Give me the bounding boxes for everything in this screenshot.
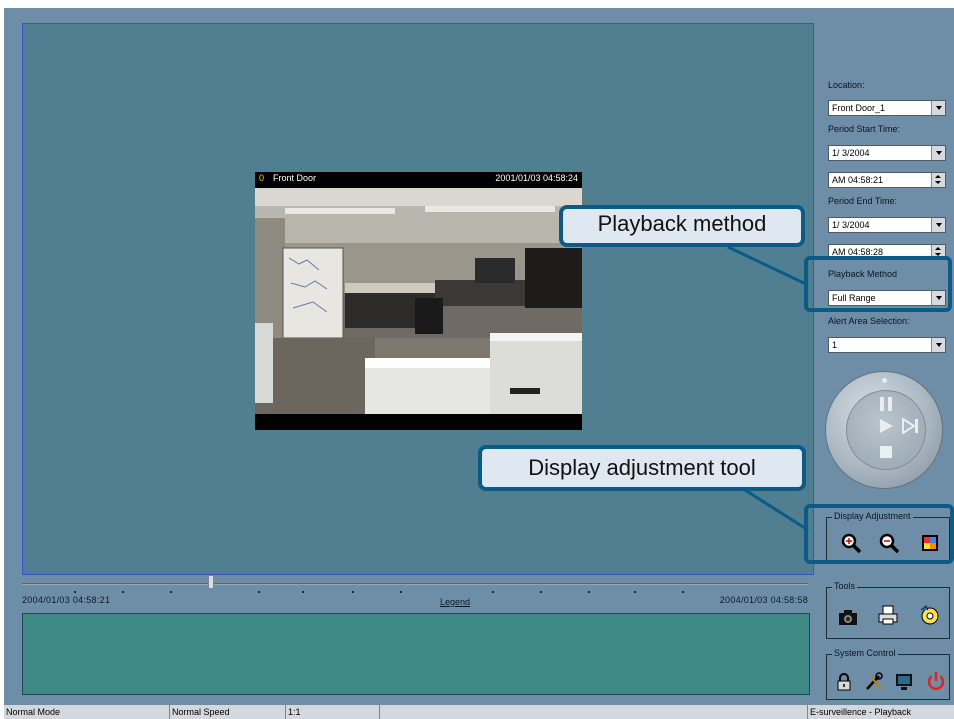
play-icon[interactable]	[878, 418, 894, 434]
camera-snapshot-icon[interactable]	[837, 606, 859, 628]
alert-area-value: 1	[832, 340, 838, 350]
camera-video-image	[255, 188, 582, 414]
timeline-tick	[352, 591, 354, 593]
system-control-title: System Control	[832, 648, 898, 658]
timeline-slider-thumb[interactable]	[208, 575, 214, 589]
disc-export-icon[interactable]	[919, 604, 941, 626]
timeline-start-time: 2004/01/03 04:58:21	[22, 595, 111, 605]
playback-control-dial	[825, 371, 943, 489]
stop-icon[interactable]	[878, 444, 894, 460]
period-end-date[interactable]: 1/ 3/2004	[828, 217, 946, 233]
lock-icon[interactable]	[833, 671, 855, 693]
timeline-tick	[634, 591, 636, 593]
timeline-tick	[74, 591, 76, 593]
status-app-name: E-surveillence - Playback	[810, 707, 912, 717]
timeline-end-time: 2004/01/03 04:58:58	[719, 595, 808, 605]
chevron-down-icon[interactable]	[931, 218, 945, 232]
timeline-tick	[170, 591, 172, 593]
power-icon[interactable]	[925, 670, 947, 692]
playback-window: 0 Front Door 2001/01/03 04:58:24 2004/01…	[4, 8, 954, 719]
spinner-icon[interactable]	[931, 173, 945, 187]
period-start-label: Period Start Time:	[828, 124, 901, 134]
display-adjustment-callout: Display adjustment tool	[478, 445, 806, 491]
tools-title: Tools	[832, 581, 858, 591]
monitor-icon[interactable]	[893, 671, 915, 693]
chevron-down-icon[interactable]	[931, 101, 945, 115]
system-control-group: System Control	[826, 648, 950, 700]
location-select[interactable]: Front Door_1	[828, 100, 946, 116]
display-adjustment-highlight	[804, 504, 954, 564]
status-message	[380, 705, 808, 719]
timeline-tick	[588, 591, 590, 593]
timeline-tick	[492, 591, 494, 593]
playback-method-callout: Playback method	[559, 205, 805, 247]
location-label: Location:	[828, 80, 865, 90]
timeline-tick	[302, 591, 304, 593]
control-panel: Location: Front Door_1 Period Start Time…	[822, 8, 954, 705]
timeline-tick	[400, 591, 402, 593]
camera-frame[interactable]: 0 Front Door 2001/01/03 04:58:24	[255, 172, 582, 430]
chevron-down-icon[interactable]	[931, 146, 945, 160]
camera-header: 0 Front Door 2001/01/03 04:58:24	[255, 172, 582, 186]
step-forward-icon[interactable]	[902, 418, 920, 434]
period-start-time[interactable]: AM 04:58:21	[828, 172, 946, 188]
period-start-time-value: AM 04:58:21	[832, 175, 884, 185]
camera-name: Front Door	[273, 173, 317, 183]
alert-area-select[interactable]: 1	[828, 337, 946, 353]
timeline-legend-link[interactable]: Legend	[440, 597, 470, 607]
timeline-tick	[540, 591, 542, 593]
timeline-tick	[122, 591, 124, 593]
timeline-track[interactable]	[22, 583, 808, 585]
period-end-date-value: 1/ 3/2004	[832, 220, 870, 230]
video-viewport[interactable]: 0 Front Door 2001/01/03 04:58:24	[22, 23, 814, 575]
dial-indicator	[882, 378, 887, 383]
timeline-tick	[258, 591, 260, 593]
chevron-down-icon[interactable]	[931, 338, 945, 352]
location-value: Front Door_1	[832, 103, 886, 113]
print-icon[interactable]	[877, 604, 899, 626]
status-mode: Normal Mode	[4, 705, 170, 719]
playback-method-highlight	[804, 256, 952, 312]
pause-icon[interactable]	[878, 396, 894, 412]
camera-index: 0	[259, 173, 265, 183]
status-ratio: 1:1	[286, 705, 380, 719]
status-bar: Normal Mode Normal Speed 1:1 E-surveille…	[4, 705, 954, 719]
event-list-panel[interactable]	[22, 613, 810, 695]
timeline-tick	[682, 591, 684, 593]
period-start-date-value: 1/ 3/2004	[832, 148, 870, 158]
camera-timestamp: 2001/01/03 04:58:24	[495, 173, 578, 183]
period-end-label: Period End Time:	[828, 196, 898, 206]
settings-tools-icon[interactable]	[863, 671, 885, 693]
alert-area-label: Alert Area Selection:	[828, 316, 910, 326]
status-speed: Normal Speed	[170, 705, 286, 719]
tools-group: Tools	[826, 581, 950, 639]
period-start-date[interactable]: 1/ 3/2004	[828, 145, 946, 161]
